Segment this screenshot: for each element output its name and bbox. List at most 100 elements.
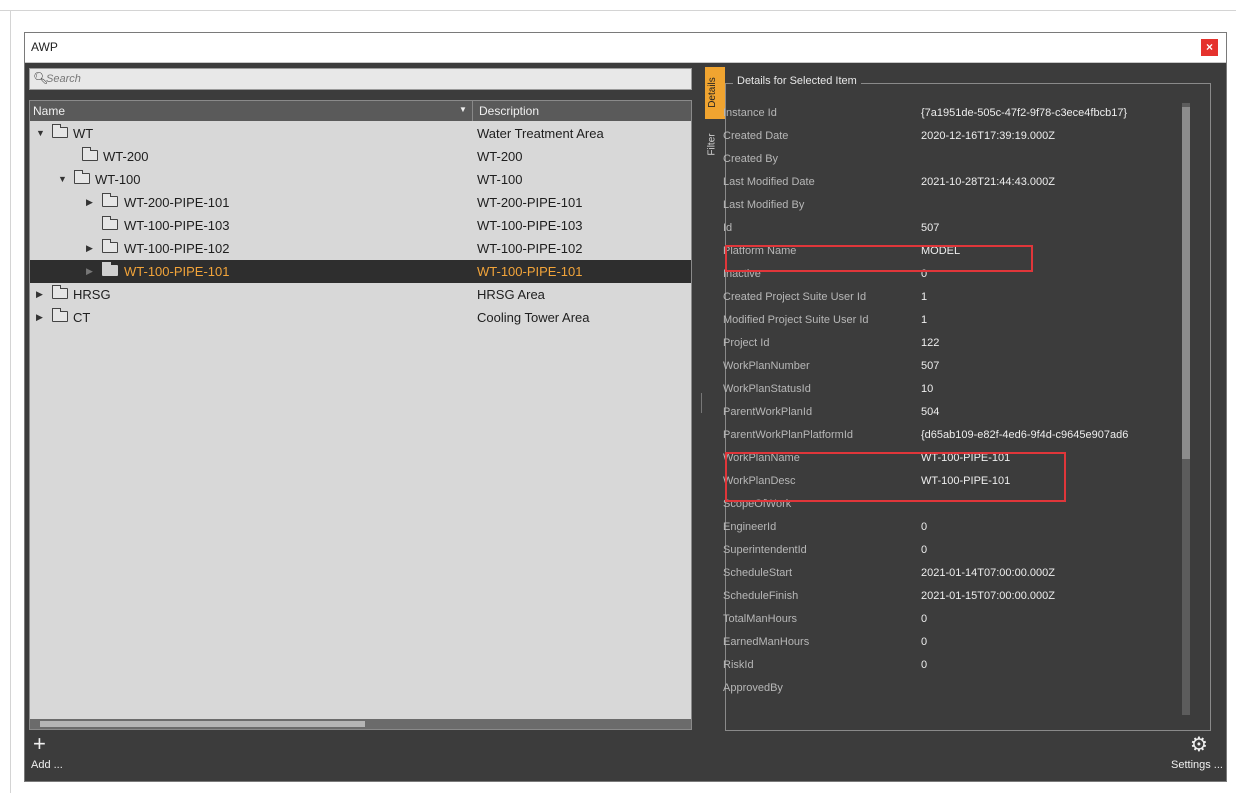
folder-icon: [102, 239, 118, 253]
detail-value: 1: [921, 314, 928, 326]
tree-row-label: WT-100-PIPE-103: [124, 218, 230, 233]
gear-icon: ⚙: [1190, 734, 1208, 756]
description-column-header[interactable]: Description: [472, 101, 539, 121]
vertical-scrollbar[interactable]: [1182, 103, 1190, 715]
detail-value: 10: [921, 383, 934, 395]
window-title: AWP: [31, 40, 58, 54]
detail-row: ParentWorkPlanId 504: [723, 402, 1181, 424]
highlight-box-workplan: [725, 452, 1066, 502]
collapsed-caret-icon[interactable]: ▶: [86, 243, 93, 254]
collapsed-caret-icon[interactable]: ▶: [36, 289, 43, 300]
name-column-header[interactable]: Name: [33, 104, 65, 118]
detail-row: Project Id 122: [723, 333, 1181, 355]
detail-label: Instance Id: [723, 107, 777, 119]
tree-row-ct[interactable]: ▶ CT Cooling Tower Area: [30, 306, 691, 329]
tree-row-hrsg[interactable]: ▶ HRSG HRSG Area: [30, 283, 691, 306]
tree-row-wt-100-pipe-103[interactable]: WT-100-PIPE-103 WT-100-PIPE-103: [30, 214, 691, 237]
folder-icon: [52, 308, 68, 322]
panel-splitter[interactable]: [701, 393, 702, 413]
tree-row-description: WT-200-PIPE-101: [477, 195, 583, 210]
close-button[interactable]: ×: [1201, 39, 1218, 56]
detail-value: 504: [921, 406, 940, 418]
add-button[interactable]: + Add ...: [31, 731, 67, 775]
detail-value: 507: [921, 222, 940, 234]
detail-row: Created By: [723, 149, 1181, 171]
tree-row-wt-100-pipe-102[interactable]: ▶ WT-100-PIPE-102 WT-100-PIPE-102: [30, 237, 691, 260]
detail-label: ScheduleFinish: [723, 590, 799, 602]
detail-label: ParentWorkPlanPlatformId: [723, 429, 854, 441]
detail-row: ScheduleFinish 2021-01-15T07:00:00.000Z: [723, 586, 1181, 608]
tree-row-wt-100-pipe-101-selected[interactable]: ▶ WT-100-PIPE-101 WT-100-PIPE-101: [30, 260, 691, 283]
settings-button[interactable]: ⚙ Settings ...: [1171, 734, 1225, 775]
search-input[interactable]: [46, 70, 686, 88]
detail-row: Last Modified By: [723, 195, 1181, 217]
detail-row: TotalManHours 0: [723, 609, 1181, 631]
tree-row-wt-200-pipe-101[interactable]: ▶ WT-200-PIPE-101 WT-200-PIPE-101: [30, 191, 691, 214]
tree-row-description: WT-200: [477, 149, 523, 164]
detail-label: TotalManHours: [723, 613, 797, 625]
tree-row-description: WT-100-PIPE-103: [477, 218, 583, 233]
awp-window: AWP × 🔍︎ Name ▼ Description ▼ WT Water T…: [24, 32, 1227, 782]
detail-value: {7a1951de-505c-47f2-9f78-c3ece4fbcb17}: [921, 107, 1128, 119]
folder-icon: [52, 124, 68, 138]
tree-row-wt[interactable]: ▼ WT Water Treatment Area: [30, 122, 691, 145]
tree-row-label: WT: [73, 126, 94, 141]
detail-label: Id: [723, 222, 733, 234]
folder-icon: [102, 216, 118, 230]
detail-row: RiskId 0: [723, 655, 1181, 677]
tab-details-label: Details: [706, 77, 718, 108]
expanded-caret-icon[interactable]: ▼: [36, 128, 45, 138]
scrollbar-thumb[interactable]: [1182, 107, 1190, 459]
detail-label: Last Modified Date: [723, 176, 815, 188]
add-label: Add ...: [31, 759, 63, 771]
sort-desc-icon: ▼: [459, 105, 467, 114]
detail-label: EngineerId: [723, 521, 777, 533]
details-group-title: Details for Selected Item: [733, 75, 861, 87]
tree-row-label: HRSG: [73, 287, 111, 302]
tree-row-description: WT-100: [477, 172, 523, 187]
detail-row: Id 507: [723, 218, 1181, 240]
tree-row-description: WT-100-PIPE-102: [477, 241, 583, 256]
detail-label: Last Modified By: [723, 199, 805, 211]
folder-icon: [74, 170, 90, 184]
plus-icon: +: [33, 731, 46, 756]
tree-row-label: WT-100-PIPE-101: [124, 264, 230, 279]
detail-label: ApprovedBy: [723, 682, 783, 694]
collapsed-caret-icon[interactable]: ▶: [86, 266, 93, 277]
collapsed-caret-icon[interactable]: ▶: [36, 312, 43, 323]
detail-row: EngineerId 0: [723, 517, 1181, 539]
detail-value: 0: [921, 659, 928, 671]
detail-row: WorkPlanNumber 507: [723, 356, 1181, 378]
tree-row-label: WT-100: [95, 172, 141, 187]
title-bar: AWP ×: [25, 33, 1226, 63]
detail-row: SuperintendentId 0: [723, 540, 1181, 562]
tree-row-wt-100[interactable]: ▼ WT-100 WT-100: [30, 168, 691, 191]
detail-row: Last Modified Date 2021-10-28T21:44:43.00…: [723, 172, 1181, 194]
detail-value: 0: [921, 544, 928, 556]
detail-value: 2021-01-14T07:00:00.000Z: [921, 567, 1055, 579]
detail-row: EarnedManHours 0: [723, 632, 1181, 654]
collapsed-caret-icon[interactable]: ▶: [86, 197, 93, 208]
details-list: Instance Id {7a1951de-505c-47f2-9f78-c3ec…: [723, 103, 1181, 715]
detail-row: ApprovedBy: [723, 678, 1181, 700]
detail-value: {d65ab109-e82f-4ed6-9f4d-c9645e907ad6: [921, 429, 1129, 441]
tree-header: Name ▼ Description: [30, 101, 691, 121]
tab-details[interactable]: Details: [705, 67, 725, 119]
search-box[interactable]: 🔍︎: [29, 68, 692, 90]
detail-label: ParentWorkPlanId: [723, 406, 813, 418]
tab-filter[interactable]: Filter: [705, 125, 725, 165]
scrollbar-thumb[interactable]: [40, 721, 365, 727]
detail-label: ScheduleStart: [723, 567, 793, 579]
detail-label: WorkPlanStatusId: [723, 383, 811, 395]
highlight-box-platform-name: [725, 245, 1033, 272]
detail-row: Created Project Suite User Id 1: [723, 287, 1181, 309]
folder-icon: [82, 147, 98, 161]
detail-row: ParentWorkPlanPlatformId {d65ab109-e82f-4…: [723, 425, 1181, 447]
tab-filter-label: Filter: [706, 133, 718, 156]
horizontal-scrollbar[interactable]: [30, 719, 691, 729]
detail-value: 2020-12-16T17:39:19.000Z: [921, 130, 1055, 142]
tree-row-wt-200[interactable]: WT-200 WT-200: [30, 145, 691, 168]
tree-row-description: Cooling Tower Area: [477, 310, 590, 325]
tree-row-label: CT: [73, 310, 91, 325]
expanded-caret-icon[interactable]: ▼: [58, 174, 67, 184]
